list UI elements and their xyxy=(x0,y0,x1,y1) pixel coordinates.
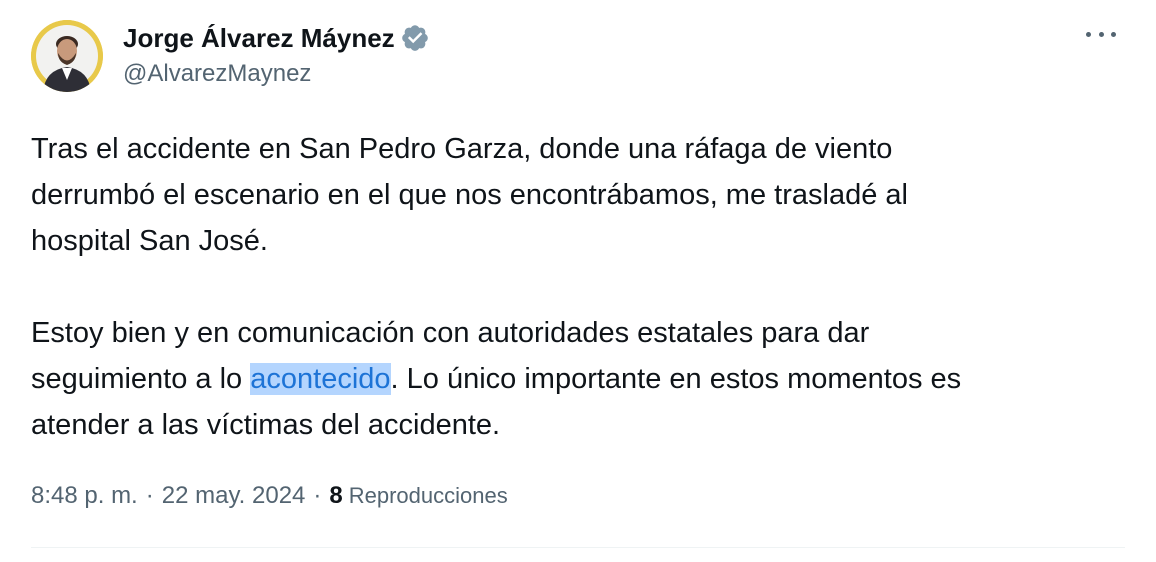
author-name-row: Jorge Álvarez Máynez xyxy=(123,22,430,54)
tweet-line: derrumbó el escenario en el que nos enco… xyxy=(31,179,908,211)
meta-separator: · xyxy=(145,482,154,509)
tweet-line: Tras el accidente en San Pedro Garza, do… xyxy=(31,133,893,165)
tweet-line: atender a las víctimas del accidente. xyxy=(31,409,501,441)
tweet-line: hospital San José. xyxy=(31,225,268,257)
tweet-date[interactable]: 22 may. 2024 xyxy=(162,482,306,510)
tweet-line: seguimiento a lo acontecido. Lo único im… xyxy=(31,356,1131,402)
tweet-line: Estoy bien y en comunicación con autorid… xyxy=(31,317,870,349)
tweet-text: Tras el accidente en San Pedro Garza, do… xyxy=(31,126,1131,448)
more-dot xyxy=(1086,31,1091,37)
verified-badge-icon xyxy=(401,25,428,51)
views-label: Reproducciones xyxy=(348,483,508,508)
views-count: 8 xyxy=(329,482,343,509)
tweet-text-segment: . Lo único importante en estos momentos … xyxy=(390,363,962,395)
more-dot xyxy=(1098,31,1104,37)
selected-text-highlight[interactable]: acontecido xyxy=(250,363,391,395)
more-dot xyxy=(1111,31,1116,37)
divider xyxy=(31,547,1125,548)
tweet-card: Jorge Álvarez Máynez @AlvarezMaynez Tras… xyxy=(0,0,1156,562)
author-display-name[interactable]: Jorge Álvarez Máynez xyxy=(123,23,395,54)
tweet-text-segment: seguimiento a lo xyxy=(31,363,251,395)
meta-separator: · xyxy=(313,482,322,509)
tweet-time[interactable]: 8:48 p. m. xyxy=(31,482,138,510)
tweet-meta: 8:48 p. m. · 22 may. 2024 · 8 Reproducci… xyxy=(31,482,508,510)
more-options-icon[interactable] xyxy=(1086,24,1116,44)
avatar[interactable] xyxy=(31,20,103,92)
author-handle[interactable]: @AlvarezMaynez xyxy=(123,60,311,88)
avatar-portrait-icon xyxy=(31,20,103,92)
